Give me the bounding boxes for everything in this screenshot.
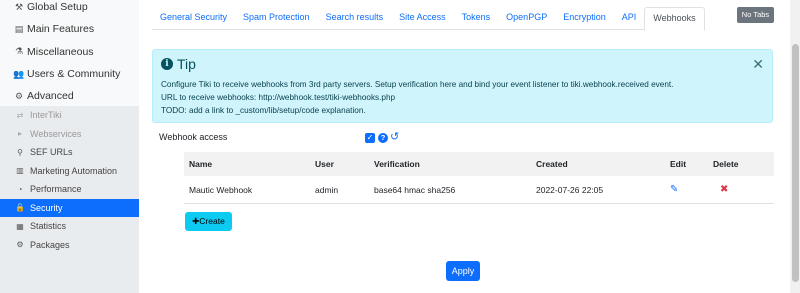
- sidebar-item-performance[interactable]: ◔ Performance: [0, 180, 139, 199]
- tip-alert: i Tip ✕ Configure Tiki to receive webhoo…: [152, 49, 773, 123]
- webhook-access-label: Webhook access: [159, 132, 228, 142]
- packages-icon: ⚙: [16, 240, 24, 250]
- sidebar-item-intertiki[interactable]: ⇄ InterTiki: [0, 106, 139, 125]
- tab-spam-protection[interactable]: Spam Protection: [235, 7, 318, 29]
- col-edit-header: Edit: [670, 159, 687, 169]
- sidebar-item-security[interactable]: 🔒 Security: [0, 198, 139, 217]
- sidebar-item-sef-urls[interactable]: ⚲ SEF URLs: [0, 143, 139, 162]
- wrench-icon: ⚒: [14, 1, 24, 12]
- tab-api[interactable]: API: [614, 7, 645, 29]
- sidebar-item-main-features[interactable]: ▤ Main Features: [0, 18, 139, 40]
- sidebar-item-label: Marketing Automation: [30, 165, 118, 176]
- tab-search-results[interactable]: Search results: [318, 7, 392, 29]
- sidebar-item-label: Statistics: [30, 221, 67, 232]
- tab-tokens[interactable]: Tokens: [454, 7, 499, 29]
- scrollbar-thumb[interactable]: [792, 44, 799, 282]
- table-header: Name User Verification Created Edit Dele…: [184, 152, 774, 176]
- sidebar-item-label: InterTiki: [30, 110, 62, 121]
- scrollbar[interactable]: [790, 0, 800, 293]
- sidebar-item-webservices[interactable]: ▸ Webservices: [0, 125, 139, 144]
- sidebar-advanced-submenu: ⇄ InterTiki ▸ Webservices ⚲ SEF URLs ▥ M…: [0, 106, 139, 293]
- main-content: General Security Spam Protection Search …: [139, 0, 790, 293]
- cell-edit: ✎: [670, 184, 713, 195]
- cell-created: 2022-07-26 22:05: [536, 184, 604, 195]
- pencil-icon[interactable]: ✎: [670, 184, 678, 195]
- sidebar-item-users-community[interactable]: 👥 Users & Community: [0, 63, 139, 85]
- tab-encryption[interactable]: Encryption: [555, 7, 614, 29]
- webhooks-table: Name User Verification Created Edit Dele…: [184, 152, 774, 204]
- lock-icon: 🔒: [15, 203, 25, 213]
- sidebar-item-packages[interactable]: ⚙ Packages: [0, 236, 139, 255]
- tab-site-access[interactable]: Site Access: [391, 7, 454, 29]
- gauge-icon: ◔: [17, 184, 23, 194]
- misc-icon: ⚗: [14, 46, 24, 57]
- sidebar-item-miscellaneous[interactable]: ⚗ Miscellaneous: [0, 41, 139, 63]
- sidebar-item-label: Main Features: [27, 23, 95, 36]
- sidebar-item-label: Webservices: [30, 128, 82, 139]
- tip-line: URL to receive webhooks: http://webhook.…: [161, 93, 396, 102]
- tab-webhooks[interactable]: Webhooks: [644, 7, 705, 31]
- tip-title: i Tip: [161, 56, 196, 72]
- cell-name: Mautic Webhook: [189, 184, 253, 195]
- apply-button[interactable]: Apply: [446, 261, 480, 281]
- create-label: Create: [199, 216, 225, 226]
- help-icon[interactable]: ?: [378, 133, 388, 143]
- tab-general-security[interactable]: General Security: [152, 7, 235, 29]
- sidebar-item-label: Global Setup: [27, 1, 88, 14]
- no-tabs-button[interactable]: No Tabs: [737, 7, 774, 23]
- tip-line: Configure Tiki to receive webhooks from …: [161, 80, 674, 89]
- col-delete-header: Delete: [713, 159, 739, 169]
- col-name-header: Name: [189, 159, 213, 169]
- search-icon: ⚲: [17, 147, 23, 157]
- users-icon: 👥: [13, 68, 25, 79]
- exchange-icon: ⇄: [16, 110, 24, 120]
- close-icon[interactable]: ✕: [752, 56, 764, 73]
- sidebar-item-advanced[interactable]: ⚙ Advanced: [0, 85, 139, 107]
- reset-icon[interactable]: ↺: [390, 130, 399, 143]
- webhook-access-checkbox[interactable]: ✓: [365, 133, 375, 143]
- table-row: Mautic Webhook admin base64 hmac sha256 …: [184, 176, 774, 204]
- sidebar-item-statistics[interactable]: ▦ Statistics: [0, 217, 139, 236]
- col-verification-header: Verification: [374, 159, 420, 169]
- tip-title-text: Tip: [177, 56, 196, 72]
- sidebar-item-marketing-automation[interactable]: ▥ Marketing Automation: [0, 162, 139, 181]
- cell-delete: ✖: [713, 184, 763, 195]
- features-icon: ▤: [14, 23, 24, 34]
- sidebar: ⚒ Global Setup ▤ Main Features ⚗ Miscell…: [0, 0, 139, 293]
- sidebar-top-menu: ⚒ Global Setup ▤ Main Features ⚗ Miscell…: [0, 0, 139, 107]
- sidebar-item-label: Users & Community: [27, 68, 121, 81]
- tab-openpgp[interactable]: OpenPGP: [498, 7, 555, 29]
- sidebar-item-global-setup[interactable]: ⚒ Global Setup: [0, 0, 139, 18]
- tip-body: Configure Tiki to receive webhooks from …: [161, 78, 673, 117]
- info-icon: i: [161, 58, 173, 70]
- create-button[interactable]: ✚Create: [185, 212, 232, 231]
- cell-verification: base64 hmac sha256: [374, 184, 456, 195]
- pointer-icon: ▸: [17, 129, 22, 139]
- col-user-header: User: [315, 159, 334, 169]
- tip-line: TODO: add a link to _custom/lib/setup/co…: [161, 106, 366, 115]
- cell-user: admin: [315, 184, 339, 195]
- sidebar-item-label: Performance: [30, 184, 82, 195]
- sidebar-item-label: SEF URLs: [30, 147, 73, 158]
- security-tabs: General Security Spam Protection Search …: [152, 7, 705, 31]
- chart-icon: ▥: [16, 166, 24, 176]
- delete-icon[interactable]: ✖: [720, 184, 728, 195]
- admin-app: ⚒ Global Setup ▤ Main Features ⚗ Miscell…: [0, 0, 800, 293]
- stats-icon: ▦: [16, 221, 24, 231]
- col-created-header: Created: [536, 159, 568, 169]
- sidebar-item-label: Advanced: [27, 90, 74, 103]
- sidebar-item-label: Security: [30, 202, 63, 213]
- cogs-icon: ⚙: [14, 90, 24, 101]
- sidebar-item-label: Packages: [30, 239, 70, 250]
- sidebar-item-label: Miscellaneous: [27, 45, 94, 58]
